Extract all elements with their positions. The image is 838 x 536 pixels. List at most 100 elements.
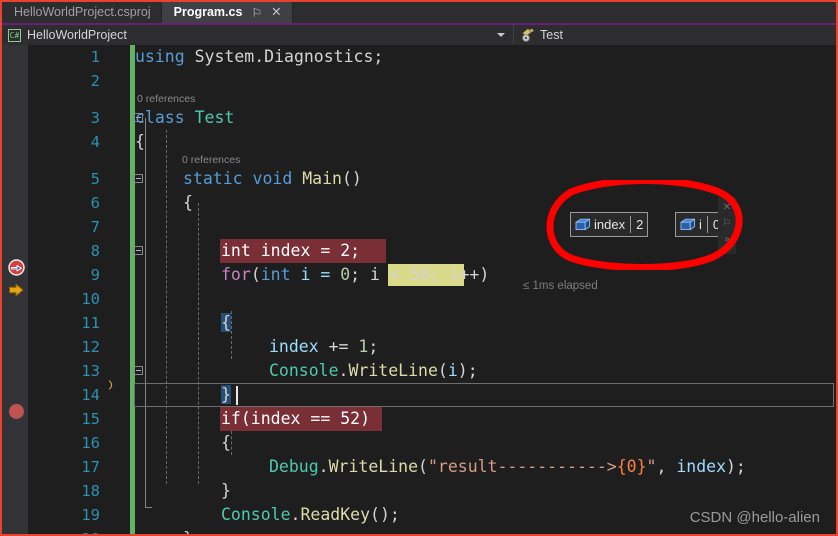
codelens-references[interactable]: 0 references <box>182 154 240 167</box>
member-dropdown[interactable]: Test <box>514 25 836 45</box>
token-brace-match: { <box>221 313 231 332</box>
code-surface[interactable]: 0 references 0 references using System.D… <box>134 45 836 534</box>
pin-icon[interactable]: ⚐ <box>720 216 734 232</box>
token-type-name: Test <box>184 108 235 127</box>
token-number: 1 <box>358 337 369 356</box>
perf-tip-elapsed: ≤ 1ms elapsed <box>523 280 598 292</box>
code-line-3[interactable]: class Test <box>135 106 234 130</box>
line-number: 19 <box>81 506 100 524</box>
code-line-6[interactable]: { <box>183 191 193 215</box>
line-number: 7 <box>90 218 100 236</box>
indent-guide <box>231 431 232 455</box>
code-line-13[interactable]: if(index == 52) <box>221 407 370 431</box>
token-method-name: ReadKey <box>300 505 371 524</box>
token-declaration: index = 2; <box>250 241 361 260</box>
line-number: 3 <box>90 109 100 127</box>
token-keyword: for <box>221 265 251 284</box>
variable-box-icon <box>680 218 696 231</box>
tab-helloworldproject-csproj[interactable]: HelloWorldProject.csproj <box>2 2 162 23</box>
token-identifier: i = <box>290 265 341 284</box>
line-number: 20 <box>30 527 100 534</box>
code-line-15[interactable]: Debug.WriteLine("result----------->{0}",… <box>269 455 746 479</box>
token-keyword: int <box>260 265 291 284</box>
line-number: 18 <box>81 482 100 500</box>
token-brace: { <box>183 193 193 212</box>
collapse-toggle-main[interactable] <box>134 174 143 183</box>
code-editor[interactable]: { } 1 <box>2 45 836 534</box>
token-method-name: Main <box>292 169 342 188</box>
token-paren: ( <box>250 265 261 284</box>
text-caret <box>236 386 238 405</box>
breakpoint-current-statement-icon[interactable] <box>8 259 25 276</box>
line-number: 4 <box>90 133 100 151</box>
code-line-8[interactable]: for(int i = 0; i < 50; i++) <box>221 263 489 287</box>
token-identifier: i <box>447 361 458 380</box>
token-type-name: Debug <box>269 457 319 476</box>
datatip-index[interactable]: index 2 <box>570 212 649 237</box>
chevron-down-icon[interactable] <box>497 33 505 37</box>
token-parens: () <box>341 169 362 188</box>
token-increment: ; i++) <box>429 265 490 284</box>
tab-label: Program.cs <box>173 5 243 19</box>
datatip-variable-value[interactable]: 2 <box>631 217 643 232</box>
codelens-references[interactable]: 0 references <box>137 93 195 106</box>
method-icon <box>521 28 536 42</box>
visual-studio-editor-window: HelloWorldProject.csproj Program.cs ⚐ ✕ … <box>0 0 838 536</box>
code-line-18[interactable]: } <box>183 527 193 534</box>
block-structure-guide-foot <box>145 475 152 508</box>
pin-icon[interactable]: ⚐ <box>251 7 262 19</box>
code-line-7[interactable]: int index = 2; <box>221 239 360 263</box>
expand-icon[interactable]: » <box>720 232 734 248</box>
code-line-4[interactable]: { <box>135 130 145 154</box>
navigation-bar: C# HelloWorldProject Test <box>2 23 836 45</box>
current-line-indicator <box>134 383 834 407</box>
tab-strip-filler <box>292 2 836 23</box>
code-line-1[interactable]: using System.Diagnostics; <box>135 45 383 69</box>
line-number: 9 <box>90 266 100 284</box>
code-line-5[interactable]: static void Main() <box>183 167 362 191</box>
code-line-9[interactable]: { <box>221 311 231 335</box>
code-line-14[interactable]: { <box>221 431 231 455</box>
token-dot: . <box>338 361 349 380</box>
token-format-specifier: {0} <box>616 457 647 476</box>
close-icon[interactable]: ✕ <box>720 200 734 216</box>
tab-program-cs[interactable]: Program.cs ⚐ ✕ <box>161 2 293 23</box>
token-dot: . <box>290 505 301 524</box>
code-line-12[interactable]: } <box>221 383 231 407</box>
token-paren-close: ); <box>726 457 746 476</box>
line-number: 16 <box>81 434 100 452</box>
code-line-11[interactable]: Console.WriteLine(i); <box>269 359 478 383</box>
breakpoint-icon[interactable] <box>9 404 24 419</box>
token-keyword: class <box>135 108 185 127</box>
line-number: 10 <box>81 290 100 308</box>
variable-box-icon <box>575 218 591 231</box>
line-number: 1 <box>90 48 100 66</box>
collapse-toggle-if[interactable] <box>134 366 143 375</box>
token-type-name: Console <box>221 505 291 524</box>
token-semicolon: ; <box>368 337 379 356</box>
close-icon[interactable]: ✕ <box>271 6 281 19</box>
token-keyword: void <box>242 169 293 188</box>
project-dropdown[interactable]: C# HelloWorldProject <box>2 25 514 45</box>
line-number: 14 <box>81 386 100 404</box>
line-number: 11 <box>81 314 100 332</box>
token-identifier: index <box>269 337 319 356</box>
line-number: 8 <box>90 242 100 260</box>
token-brace: { <box>221 433 231 452</box>
step-arrow-icon[interactable] <box>8 282 24 297</box>
token-paren-close: (); <box>370 505 400 524</box>
token-paren-close: ); <box>457 361 478 380</box>
token-semicolon: ; <box>350 265 371 284</box>
code-line-10[interactable]: index += 1; <box>269 335 378 359</box>
code-line-17[interactable]: Console.ReadKey(); <box>221 503 400 527</box>
token-string: "result-----------> <box>427 457 617 476</box>
token-method-name: WriteLine <box>328 457 419 476</box>
line-number: 12 <box>81 338 100 356</box>
code-line-16[interactable]: } <box>221 479 231 503</box>
token-brace: { <box>135 132 145 151</box>
token-operator: += <box>318 337 359 356</box>
datatip-toolbar[interactable]: ✕ ⚐ » <box>718 197 736 254</box>
token-comma: , <box>656 457 677 476</box>
collapse-toggle-for[interactable] <box>134 246 143 255</box>
token-paren: ( <box>418 457 428 476</box>
